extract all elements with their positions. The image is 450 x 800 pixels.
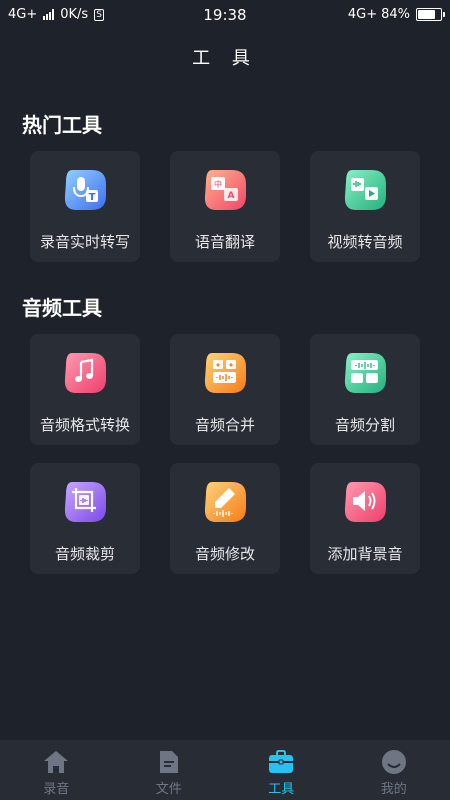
bottom-tab-bar: 录音 文件 工具 我的 [0,740,450,800]
svg-text:T: T [89,192,96,203]
toolbox-icon [269,750,294,773]
tool-card-audio-split[interactable]: 音频分割 [310,334,420,445]
page-title: 工 具 [192,48,258,69]
network-type-right: 4G+ [347,7,378,22]
tool-card-add-background[interactable]: 添加背景音 [310,463,420,574]
tool-label: 语音翻译 [194,233,255,251]
tool-label: 音频合并 [194,416,255,434]
voice-to-text-icon: T [64,170,106,210]
home-icon [44,751,69,773]
svg-text:A: A [228,191,235,201]
tab-record[interactable]: 录音 [0,740,113,800]
hot-tools-grid: T 录音实时转写 中 A 语音翻译 视频转音频 [30,151,420,262]
crop-icon [64,482,106,522]
battery-icon [416,8,445,21]
music-note-icon [64,353,106,393]
merge-icon [204,353,246,393]
tool-label: 录音实时转写 [39,233,130,251]
section-title-hot: 热门工具 [22,113,102,137]
tool-card-audio-crop[interactable]: 音频裁剪 [30,463,140,574]
tool-card-translate[interactable]: 中 A 语音翻译 [170,151,280,262]
edit-pencil-icon [204,482,246,522]
tool-label: 音频格式转换 [39,416,130,434]
translate-icon: 中 A [204,170,246,210]
tab-label: 我的 [380,782,407,797]
tab-label: 录音 [43,782,70,797]
tool-label: 视频转音频 [327,233,403,251]
profile-face-icon [381,750,406,774]
tool-label: 音频分割 [334,416,395,434]
tool-card-audio-format[interactable]: 音频格式转换 [30,334,140,445]
tool-card-video-to-audio[interactable]: 视频转音频 [310,151,420,262]
tab-tools[interactable]: 工具 [225,740,338,800]
status-bar: 4G+ 0K/s S 19:38 4G+ 84% [0,0,450,30]
split-icon [344,353,386,393]
svg-text:中: 中 [214,179,222,189]
tool-label: 音频修改 [194,545,255,563]
tab-label: 工具 [268,782,295,797]
status-right: 4G+ 84% [347,7,445,22]
battery-percent: 84% [381,7,410,22]
tool-label: 添加背景音 [327,545,403,563]
document-icon [159,751,178,773]
tool-card-audio-merge[interactable]: 音频合并 [170,334,280,445]
speaker-icon [344,482,386,522]
tool-label: 音频裁剪 [54,545,115,563]
tab-profile[interactable]: 我的 [338,740,450,800]
tool-card-audio-edit[interactable]: 音频修改 [170,463,280,574]
audio-tools-grid: 音频格式转换 音频合并 音频分割 音频裁剪 音频修改 添加背景音 [30,334,420,574]
tool-card-voice-to-text[interactable]: T 录音实时转写 [30,151,140,262]
tab-label: 文件 [155,782,182,797]
tab-files[interactable]: 文件 [113,740,226,800]
video-to-audio-icon [344,170,386,210]
section-title-audio: 音频工具 [22,296,102,320]
